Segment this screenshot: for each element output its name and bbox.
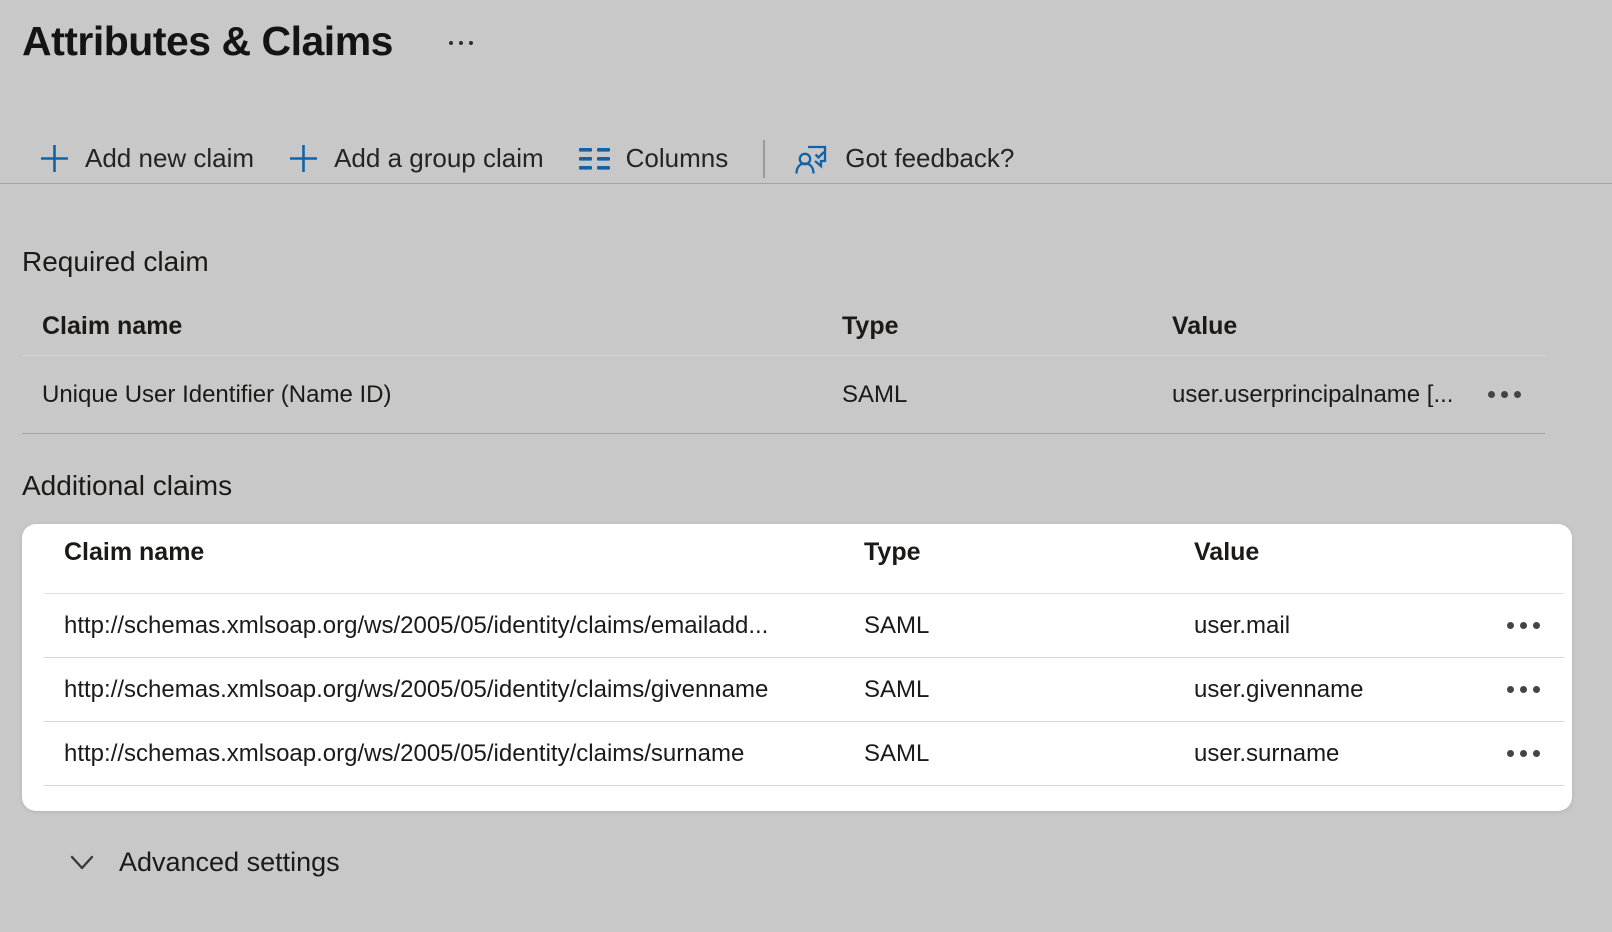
page-more-icon[interactable] bbox=[449, 41, 473, 45]
plus-icon bbox=[40, 144, 69, 173]
command-bar: Add new claim Add a group claim bbox=[0, 134, 1612, 184]
add-group-claim-label: Add a group claim bbox=[334, 143, 544, 174]
advanced-settings-label: Advanced settings bbox=[119, 847, 340, 878]
row-more-icon[interactable] bbox=[1507, 746, 1540, 761]
type-cell: SAML bbox=[844, 612, 1174, 640]
claim-name-cell[interactable]: http://schemas.xmlsoap.org/ws/2005/05/id… bbox=[44, 740, 844, 768]
required-claim-heading: Required claim bbox=[22, 246, 1612, 278]
table-row[interactable]: http://schemas.xmlsoap.org/ws/2005/05/id… bbox=[44, 594, 1564, 658]
row-more-icon[interactable] bbox=[1488, 387, 1521, 402]
table-header-row: Claim name Type Value bbox=[22, 278, 1545, 356]
row-more-icon[interactable] bbox=[1507, 618, 1540, 633]
claim-name-cell[interactable]: http://schemas.xmlsoap.org/ws/2005/05/id… bbox=[44, 676, 844, 704]
value-cell: user.mail bbox=[1174, 612, 1476, 640]
table-header-row: Claim name Type Value bbox=[44, 524, 1564, 594]
page-title: Attributes & Claims bbox=[22, 18, 393, 65]
column-header-value: Value bbox=[1174, 538, 1476, 567]
attributes-claims-page: Attributes & Claims Add new claim Add a … bbox=[0, 0, 1612, 932]
add-group-claim-button[interactable]: Add a group claim bbox=[289, 143, 544, 174]
value-cell: user.userprincipalname [... bbox=[1152, 381, 1457, 409]
type-cell: SAML bbox=[844, 676, 1174, 704]
got-feedback-button[interactable]: Got feedback? bbox=[795, 142, 1014, 176]
page-header: Attributes & Claims bbox=[22, 16, 1612, 66]
table-row[interactable]: http://schemas.xmlsoap.org/ws/2005/05/id… bbox=[44, 722, 1564, 786]
chevron-down-icon bbox=[70, 855, 94, 870]
person-feedback-icon bbox=[795, 142, 829, 176]
column-header-value: Value bbox=[1152, 312, 1457, 341]
claim-name-cell[interactable]: Unique User Identifier (Name ID) bbox=[22, 381, 822, 409]
value-cell: user.surname bbox=[1174, 740, 1476, 768]
add-new-claim-button[interactable]: Add new claim bbox=[40, 143, 254, 174]
got-feedback-label: Got feedback? bbox=[845, 143, 1014, 174]
additional-claims-card: Claim name Type Value http://schemas.xml… bbox=[22, 524, 1572, 811]
columns-button[interactable]: Columns bbox=[579, 143, 729, 174]
columns-icon bbox=[579, 146, 610, 172]
additional-claims-table: Claim name Type Value http://schemas.xml… bbox=[44, 524, 1572, 786]
additional-claims-heading: Additional claims bbox=[22, 470, 1612, 502]
value-cell: user.givenname bbox=[1174, 676, 1476, 704]
column-header-type: Type bbox=[822, 312, 1152, 341]
column-header-claim-name: Claim name bbox=[44, 538, 844, 567]
add-new-claim-label: Add new claim bbox=[85, 143, 254, 174]
type-cell: SAML bbox=[822, 381, 1152, 409]
plus-icon bbox=[289, 144, 318, 173]
table-row[interactable]: http://schemas.xmlsoap.org/ws/2005/05/id… bbox=[44, 658, 1564, 722]
column-header-type: Type bbox=[844, 538, 1174, 567]
claim-name-cell[interactable]: http://schemas.xmlsoap.org/ws/2005/05/id… bbox=[44, 612, 844, 640]
required-claim-table: Claim name Type Value Unique User Identi… bbox=[22, 278, 1545, 434]
toolbar-divider bbox=[763, 140, 765, 178]
advanced-settings-toggle[interactable]: Advanced settings bbox=[45, 847, 340, 878]
row-more-icon[interactable] bbox=[1507, 682, 1540, 697]
type-cell: SAML bbox=[844, 740, 1174, 768]
columns-label: Columns bbox=[626, 143, 729, 174]
table-row[interactable]: Unique User Identifier (Name ID) SAML us… bbox=[22, 356, 1545, 434]
column-header-claim-name: Claim name bbox=[22, 312, 822, 341]
